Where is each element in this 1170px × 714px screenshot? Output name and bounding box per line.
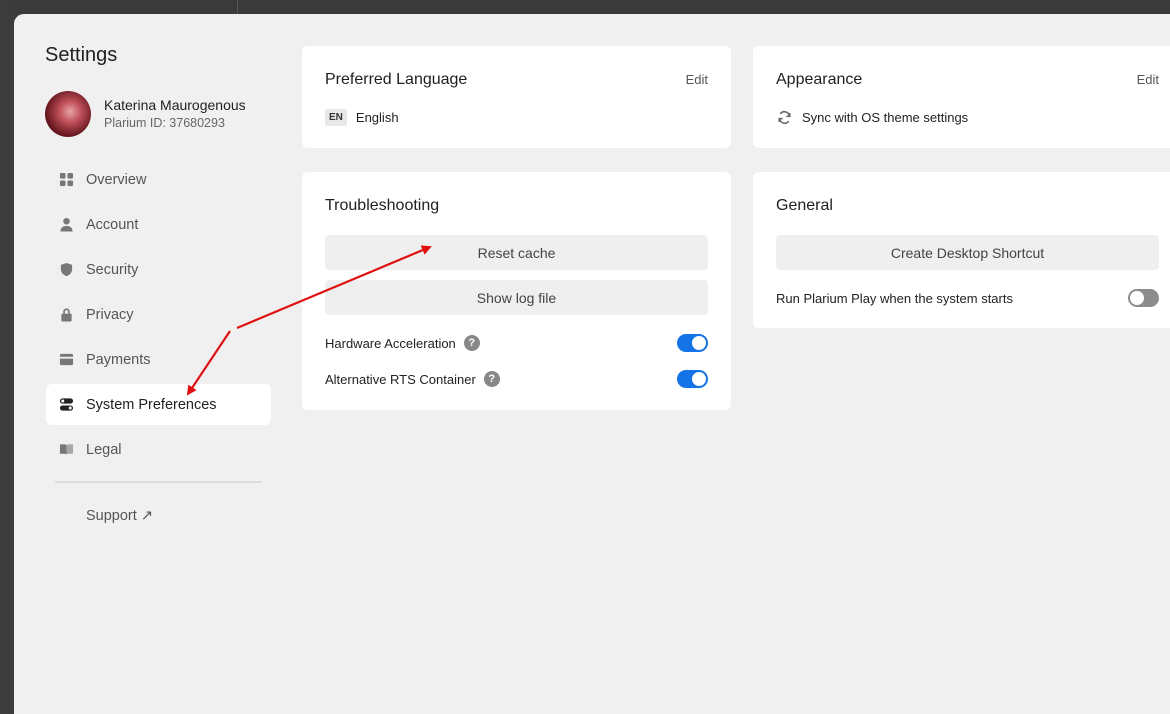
sidebar-item-label: Account: [86, 216, 139, 233]
troubleshooting-card: Troubleshooting Reset cache Show log fil…: [302, 172, 731, 410]
sidebar-item-security[interactable]: Security: [46, 249, 271, 290]
card-icon: [58, 352, 74, 368]
autostart-row: Run Plarium Play when the system starts: [776, 286, 1159, 310]
user-icon: [58, 217, 74, 233]
language-name: English: [355, 110, 399, 125]
sidebar-item-legal[interactable]: Legal: [46, 429, 271, 470]
sidebar-item-overview[interactable]: Overview: [46, 159, 271, 200]
backdrop-top: [0, 0, 1170, 14]
sidebar-item-payments[interactable]: Payments: [46, 339, 271, 380]
user-id: Plarium ID: 37680293: [104, 116, 225, 130]
support-link[interactable]: Support ↗: [86, 508, 153, 524]
shield-icon: [58, 262, 74, 278]
sidebar-item-system-preferences[interactable]: System Preferences: [46, 384, 271, 425]
sidebar-nav: Overview Account Security Privacy Paymen…: [46, 159, 271, 474]
troubleshooting-card-title: Troubleshooting: [325, 197, 440, 214]
hardware-acceleration-toggle[interactable]: [677, 334, 708, 352]
show-log-file-button[interactable]: Show log file: [325, 280, 708, 315]
language-value: EN English: [325, 109, 399, 126]
toggles-icon: [58, 397, 74, 413]
language-edit-link[interactable]: Edit: [686, 72, 708, 87]
appearance-card-title: Appearance: [776, 71, 863, 88]
language-card-title: Preferred Language: [325, 71, 468, 88]
avatar: [45, 91, 91, 137]
appearance-text: Sync with OS theme settings: [802, 110, 969, 125]
reset-cache-button[interactable]: Reset cache: [325, 235, 708, 270]
help-icon[interactable]: ?: [463, 335, 480, 351]
sidebar: Settings Katerina Maurogenous Plarium ID…: [14, 14, 284, 714]
alternative-rts-toggle[interactable]: [677, 370, 708, 388]
backdrop-divider: [237, 0, 238, 14]
user-profile: Katerina Maurogenous Plarium ID: 3768029…: [45, 91, 246, 137]
alternative-rts-row: Alternative RTS Container ?: [325, 367, 708, 391]
user-name: Katerina Maurogenous: [104, 97, 246, 113]
sidebar-item-account[interactable]: Account: [46, 204, 271, 245]
sidebar-item-label: Legal: [86, 441, 122, 458]
lock-icon: [58, 307, 74, 323]
create-desktop-shortcut-button[interactable]: Create Desktop Shortcut: [776, 235, 1159, 270]
settings-window: Settings Katerina Maurogenous Plarium ID…: [14, 14, 1170, 714]
hardware-acceleration-row: Hardware Acceleration ?: [325, 331, 708, 355]
general-card: General Create Desktop Shortcut Run Plar…: [753, 172, 1170, 328]
help-icon[interactable]: ?: [483, 371, 500, 387]
sidebar-item-label: System Preferences: [86, 396, 217, 413]
general-card-title: General: [776, 197, 833, 214]
backdrop-left: [0, 0, 14, 714]
page-title: Settings: [45, 44, 118, 66]
autostart-label: Run Plarium Play when the system starts: [776, 290, 1013, 306]
sync-icon: [776, 109, 802, 126]
hardware-acceleration-label: Hardware Acceleration: [325, 335, 456, 351]
sidebar-item-privacy[interactable]: Privacy: [46, 294, 271, 335]
sidebar-item-label: Payments: [86, 351, 151, 368]
autostart-toggle[interactable]: [1128, 289, 1159, 307]
sidebar-item-label: Overview: [86, 171, 147, 188]
appearance-value: Sync with OS theme settings: [776, 109, 968, 126]
language-card: Preferred Language Edit EN English: [302, 46, 731, 148]
language-badge: EN: [325, 109, 347, 126]
appearance-edit-link[interactable]: Edit: [1137, 72, 1159, 87]
appearance-card: Appearance Edit Sync with OS theme setti…: [753, 46, 1170, 148]
sidebar-item-label: Security: [86, 261, 139, 278]
book-icon: [58, 442, 74, 458]
grid-icon: [58, 172, 74, 188]
sidebar-divider: [55, 481, 262, 483]
sidebar-item-label: Privacy: [86, 306, 134, 323]
alternative-rts-label: Alternative RTS Container: [325, 371, 476, 387]
